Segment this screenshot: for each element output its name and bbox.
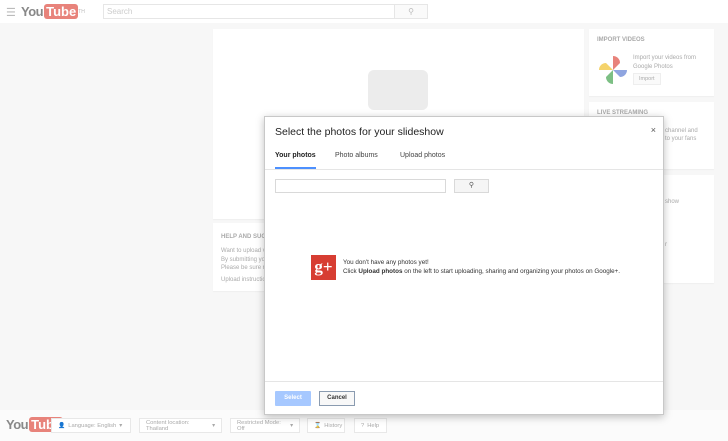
slideshow-text: r xyxy=(665,242,667,248)
live-streaming-text: to your fans xyxy=(665,136,697,142)
import-videos-text: Import your videos from Google Photos xyxy=(633,55,697,70)
chevron-down-icon: ▾ xyxy=(212,422,215,429)
language-icon: 👤 xyxy=(58,422,66,429)
google-plus-icon: g+ xyxy=(311,255,336,280)
cancel-button[interactable]: Cancel xyxy=(319,391,355,406)
hourglass-icon: ⌛ xyxy=(314,422,322,429)
slideshow-text: show xyxy=(665,199,680,205)
language-label: Language: English xyxy=(68,422,117,429)
footer-divider xyxy=(265,381,663,382)
empty-message: You don't have any photos yet! Click Upl… xyxy=(343,258,620,276)
import-videos-title: IMPORT VIDEOS xyxy=(597,37,645,43)
chevron-down-icon: ▾ xyxy=(290,422,293,429)
logo-you: You xyxy=(6,417,29,432)
top-bar: ☰ You Tube TH Search ⚲ xyxy=(0,0,728,23)
search-button[interactable]: ⚲ xyxy=(394,4,428,19)
location-label: Content location: Thailand xyxy=(146,419,190,432)
google-photos-pinwheel-icon xyxy=(597,54,629,86)
help-button[interactable]: ? Help xyxy=(354,418,387,433)
tab-photo-albums[interactable]: Photo albums xyxy=(335,152,378,167)
message-text: Click xyxy=(343,268,359,275)
youtube-logo[interactable]: You Tube TH xyxy=(21,4,85,19)
upload-arrow-icon xyxy=(368,70,428,110)
import-videos-card: IMPORT VIDEOS Import your videos from Go… xyxy=(589,29,714,96)
select-photos-dialog: Select the photos for your slideshow × Y… xyxy=(264,116,664,415)
dialog-title: Select the photos for your slideshow xyxy=(275,126,444,138)
import-button[interactable]: Import xyxy=(633,73,661,85)
help-icon: ? xyxy=(361,422,365,429)
upload-photos-link[interactable]: Upload photos xyxy=(358,268,402,275)
content-location-button[interactable]: Content location: Thailand ▾ xyxy=(139,418,222,433)
restricted-label: Restricted Mode: Off xyxy=(237,419,281,432)
empty-message-title: You don't have any photos yet! xyxy=(343,259,429,266)
logo-you: You xyxy=(21,4,44,19)
photo-search-button[interactable]: ⚲ xyxy=(454,179,489,193)
tab-your-photos[interactable]: Your photos xyxy=(275,152,316,169)
search-icon: ⚲ xyxy=(468,182,475,189)
logo-tube: Tube xyxy=(44,4,79,19)
photo-search-input[interactable] xyxy=(275,179,446,193)
language-button[interactable]: 👤 Language: English ▾ xyxy=(51,418,131,433)
logo-tm: TH xyxy=(78,8,85,15)
close-icon[interactable]: × xyxy=(651,125,656,135)
help-label: Help xyxy=(367,422,380,429)
menu-icon[interactable]: ☰ xyxy=(6,6,16,19)
search-icon: ⚲ xyxy=(408,7,414,16)
history-label: History xyxy=(324,422,343,429)
message-text: on the left to start uploading, sharing … xyxy=(402,268,621,275)
tabs-divider xyxy=(265,169,663,170)
search-input[interactable]: Search xyxy=(103,4,395,19)
restricted-mode-button[interactable]: Restricted Mode: Off ▾ xyxy=(230,418,300,433)
tab-upload-photos[interactable]: Upload photos xyxy=(400,152,445,167)
select-button[interactable]: Select xyxy=(275,391,311,406)
history-button[interactable]: ⌛ History xyxy=(307,418,345,433)
chevron-down-icon: ▾ xyxy=(119,422,123,429)
